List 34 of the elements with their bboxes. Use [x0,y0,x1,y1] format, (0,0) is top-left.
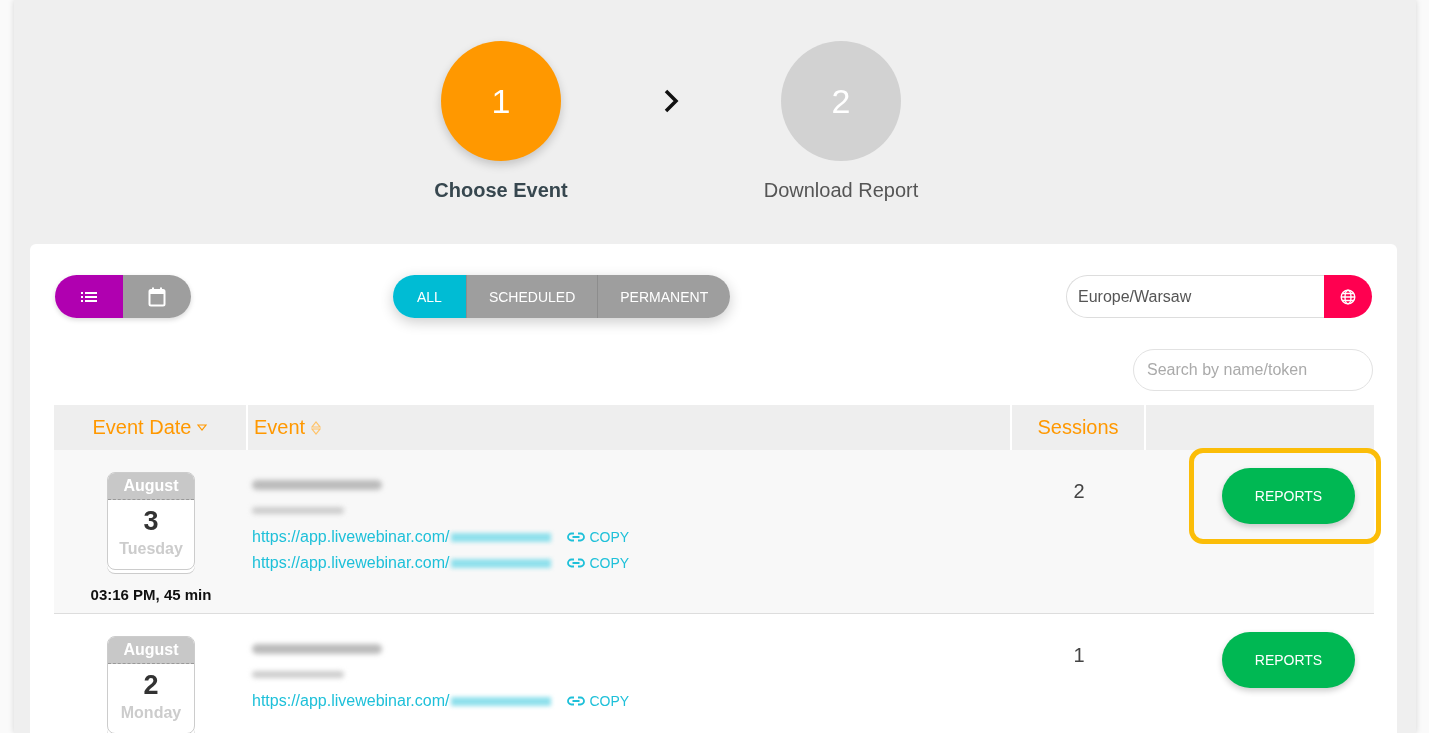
filter-tab[interactable]: PERMANENT [597,275,731,318]
session-count: 2 [1072,479,1086,503]
event-link[interactable]: https://app.livewebinar.com/ [252,692,450,710]
globe-icon [1340,288,1356,305]
link-icon [567,558,586,568]
event-link[interactable]: https://app.livewebinar.com/ [252,554,450,572]
column-header[interactable]: Sessions [1012,405,1146,450]
chevron-right-icon [663,88,679,114]
copy-link-button[interactable]: COPY [567,529,630,545]
column-header[interactable]: Event [248,405,1012,450]
filter-tab[interactable]: SCHEDULED [465,275,598,318]
link-icon [567,532,586,542]
timezone-field[interactable]: Europe/Warsaw [1066,275,1324,318]
copy-link-button[interactable]: COPY [567,555,630,571]
reports-button[interactable]: REPORTS [1222,632,1355,688]
column-header[interactable]: Event Date [54,405,248,450]
copy-link-button[interactable]: COPY [567,693,630,709]
list-icon [81,290,97,303]
search-field[interactable]: Search by name/token [1133,349,1373,391]
event-time: 03:16 PM, 45 min [90,586,212,603]
sort-descending-icon[interactable] [197,424,208,431]
link-icon [567,696,586,706]
filter-tab[interactable]: ALL [393,275,466,318]
list-view-button[interactable] [55,275,123,318]
step-circle: 1 [441,41,561,161]
reports-button[interactable]: REPORTS [1222,468,1355,524]
step-label: Download Report [763,179,919,202]
timezone-button[interactable] [1324,275,1372,318]
sort-icon[interactable] [311,420,322,435]
calendar-icon [148,286,166,307]
session-count: 1 [1072,643,1086,667]
event-link[interactable]: https://app.livewebinar.com/ [252,528,450,546]
calendar-view-button[interactable] [123,275,191,318]
step-label: Choose Event [434,179,568,202]
